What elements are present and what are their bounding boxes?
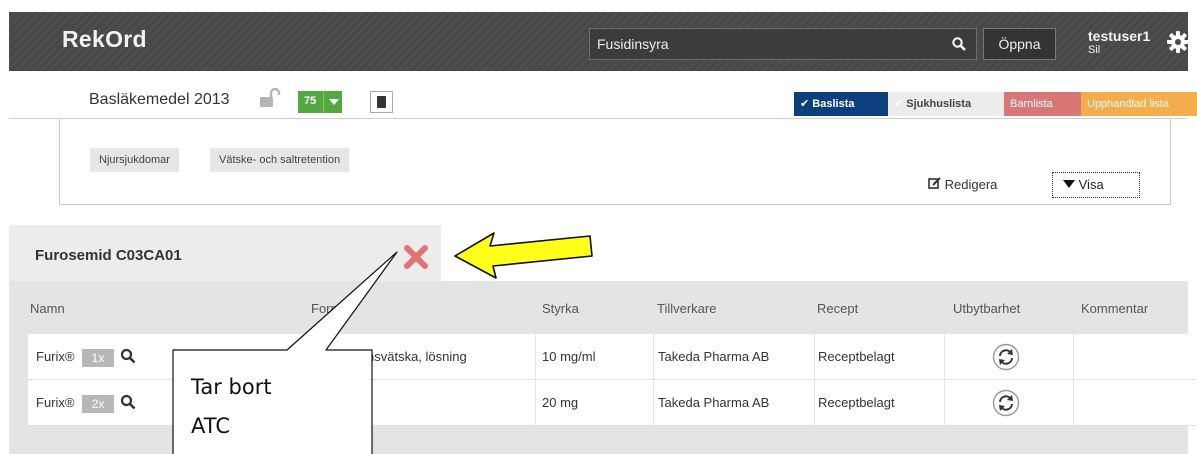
edit-label: Redigera	[944, 177, 998, 192]
maker-value: Takeda Pharma AB	[658, 349, 770, 364]
tab-upphandlad-lista[interactable]: Upphandlad lista	[1081, 92, 1197, 116]
column-header-utbytbarhet: Utbytbarhet	[953, 301, 1021, 316]
search-box[interactable]: Fusidinsyra	[589, 28, 977, 60]
cell-exchange	[945, 334, 1074, 380]
cell-strength: 10 mg/ml	[536, 334, 654, 380]
filter-panel: Njursjukdomar Vätske- och saltretention …	[59, 119, 1171, 205]
form-value: nsvätska, lösning	[367, 349, 467, 364]
search-icon[interactable]	[952, 37, 966, 51]
substance-header: Furosemid C03CA01	[9, 225, 441, 281]
tab-label: Baslista	[812, 98, 855, 110]
edit-button[interactable]: Redigera	[928, 177, 997, 192]
column-header-recept: Recept	[817, 301, 859, 316]
column-header-styrka: Styrka	[542, 301, 579, 316]
app-logo[interactable]: RekOrd	[62, 26, 147, 53]
filter-chip[interactable]: Vätske- och saltretention	[210, 148, 350, 172]
unlocked-lock-icon[interactable]	[259, 88, 281, 108]
product-table: Namn Form Styrka Tillverkare Recept Utby…	[9, 281, 1196, 454]
package-multiplier[interactable]: 1x	[82, 349, 114, 367]
exchange-icon[interactable]	[992, 343, 1020, 371]
top-header: RekOrd Fusidinsyra Öppna testuser1 Sil	[9, 12, 1188, 71]
caret-down-icon	[1063, 180, 1075, 188]
column-header-namn: Namn	[30, 301, 65, 316]
tab-label: Sjukhuslista	[906, 98, 972, 110]
exchange-icon[interactable]	[992, 389, 1020, 417]
tab-barnlista[interactable]: Barnlista	[1004, 92, 1081, 116]
remove-icon[interactable]	[403, 244, 429, 270]
list-title: Basläkemedel 2013	[89, 91, 230, 108]
callout-line: Tar bort	[191, 375, 272, 399]
count-dropdown[interactable]: 75	[298, 91, 342, 113]
search-input[interactable]: Fusidinsyra	[597, 36, 669, 52]
gear-icon[interactable]	[1166, 30, 1190, 54]
list-bar: Basläkemedel 2013 75 ✔ Baslista ✔ Sjukhu…	[9, 71, 1197, 119]
product-name[interactable]: Furix®	[36, 380, 74, 426]
maker-value: Takeda Pharma AB	[658, 395, 770, 410]
tab-sjukhuslista[interactable]: ✔ Sjukhuslista	[888, 92, 1004, 116]
recept-value: Receptbelagt	[818, 349, 895, 364]
callout-text: Tar bort ATC	[191, 368, 272, 446]
list-tabs: ✔ Baslista ✔ Sjukhuslista Barnlista Upph…	[794, 92, 1197, 116]
product-name[interactable]: Furix®	[36, 334, 74, 380]
cell-exchange	[945, 380, 1074, 426]
book-icon[interactable]	[370, 91, 393, 113]
count-value: 75	[304, 95, 317, 107]
yellow-arrow	[454, 232, 593, 279]
open-button[interactable]: Öppna	[983, 28, 1056, 60]
search-icon[interactable]	[120, 394, 136, 410]
chevron-down-icon	[323, 91, 342, 113]
cell-maker: Takeda Pharma AB	[654, 380, 815, 426]
column-header-tillverkare: Tillverkare	[657, 301, 717, 316]
filter-chip[interactable]: Njursjukdomar	[90, 148, 179, 172]
cell-recept: Receptbelagt	[815, 334, 945, 380]
edit-icon	[928, 177, 941, 189]
user-unit: Sil	[1088, 44, 1101, 56]
strength-value: 10 mg/ml	[542, 349, 596, 364]
cell-recept: Receptbelagt	[815, 380, 945, 426]
user-name: testuser1	[1088, 28, 1151, 44]
substance-title: Furosemid C03CA01	[35, 247, 182, 264]
cell-strength: 20 mg	[536, 380, 654, 426]
show-toggle[interactable]: Visa	[1052, 172, 1140, 198]
strength-value: 20 mg	[542, 395, 579, 410]
cell-form	[306, 380, 536, 426]
search-icon[interactable]	[120, 348, 136, 364]
package-multiplier[interactable]: 2x	[82, 395, 114, 413]
show-label: Visa	[1078, 177, 1104, 192]
column-header-form: Form	[311, 301, 342, 316]
cell-maker: Takeda Pharma AB	[654, 334, 815, 380]
user-info[interactable]: testuser1 Sil	[1088, 29, 1150, 57]
cell-form: nsvätska, lösning	[306, 334, 536, 380]
callout-line: ATC	[191, 414, 230, 438]
column-header-kommentar: Kommentar	[1081, 301, 1149, 316]
tab-baslista[interactable]: ✔ Baslista	[794, 92, 888, 116]
recept-value: Receptbelagt	[818, 395, 895, 410]
